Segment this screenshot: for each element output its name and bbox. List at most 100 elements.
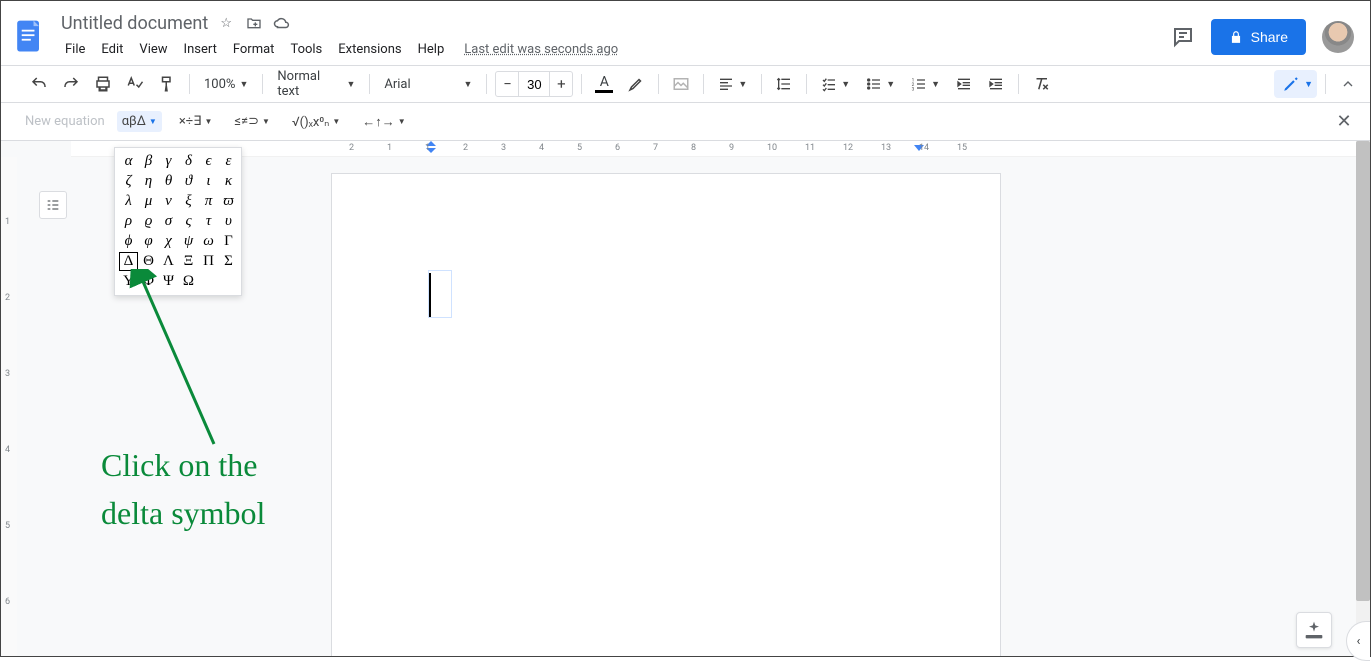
numbered-list-button[interactable]: 123▼ [905, 70, 946, 98]
greek-letter-σ[interactable]: σ [159, 212, 178, 231]
eq-relations-button[interactable]: ≤≠⊃▼ [229, 111, 275, 132]
greek-letter-μ[interactable]: μ [139, 192, 158, 211]
greek-letter-ψ[interactable]: ψ [179, 232, 198, 251]
font-combo[interactable]: Arial▼ [378, 70, 478, 98]
redo-button[interactable] [57, 70, 85, 98]
greek-letter-ν[interactable]: ν [159, 192, 178, 211]
greek-letter-λ[interactable]: λ [119, 192, 138, 211]
eq-greek-button[interactable]: αβΔ▼ [117, 111, 162, 132]
greek-letter-ζ[interactable]: ζ [119, 172, 138, 191]
font-size-input[interactable] [518, 72, 550, 96]
move-icon[interactable] [244, 13, 264, 33]
spellcheck-button[interactable] [121, 70, 149, 98]
cloud-status-icon[interactable] [272, 13, 292, 33]
greek-letter-φ[interactable]: φ [139, 232, 158, 251]
greek-letters-dropdown: αβγδϵε ζηθϑικ λμνξπϖ ρϱσςτυ ϕφχψωΓ ΔΘΛΞΠΣ ΥΦΨΩ [114, 147, 242, 296]
eq-math-button[interactable]: √()ₓx⁰ₙ▼ [287, 111, 345, 133]
docs-logo-icon[interactable] [9, 17, 49, 57]
greek-letter-Υ[interactable]: Υ [119, 272, 138, 291]
share-button[interactable]: Share [1211, 19, 1306, 55]
text-color-button[interactable]: A [590, 70, 618, 98]
checklist-button[interactable]: ▼ [815, 70, 856, 98]
greek-letter-χ[interactable]: χ [159, 232, 178, 251]
equation-edit-box[interactable] [428, 270, 452, 318]
indent-decrease-button[interactable] [950, 70, 978, 98]
outline-toggle-button[interactable] [39, 191, 67, 219]
menu-format[interactable]: Format [225, 38, 283, 61]
main-toolbar: 100%▼ Normal text▼ Arial▼ − + A ▼ ▼ ▼ 12… [1, 65, 1370, 103]
menu-view[interactable]: View [131, 38, 175, 61]
undo-button[interactable] [25, 70, 53, 98]
explore-button[interactable] [1296, 612, 1332, 648]
menu-extensions[interactable]: Extensions [330, 38, 409, 61]
menu-insert[interactable]: Insert [176, 38, 225, 61]
horizontal-ruler[interactable]: 21123456789101112131415 [71, 141, 1356, 157]
greek-letter-υ[interactable]: υ [219, 212, 238, 231]
eq-close-button[interactable]: ✕ [1334, 112, 1354, 132]
menu-help[interactable]: Help [410, 38, 453, 61]
greek-letter-ϑ[interactable]: ϑ [179, 172, 198, 191]
greek-letter-ϖ[interactable]: ϖ [219, 192, 238, 211]
greek-letter-δ[interactable]: δ [179, 152, 198, 171]
greek-letter-Φ[interactable]: Φ [139, 272, 158, 291]
ruler-tick: 1 [387, 143, 392, 153]
greek-letter-ρ[interactable]: ρ [119, 212, 138, 231]
greek-letter-π[interactable]: π [199, 192, 218, 211]
star-icon[interactable]: ☆ [216, 13, 236, 33]
greek-letter-ε[interactable]: ε [219, 152, 238, 171]
greek-letter-ι[interactable]: ι [199, 172, 218, 191]
greek-letter-Ξ[interactable]: Ξ [179, 252, 198, 271]
greek-letter-ω[interactable]: ω [199, 232, 218, 251]
zoom-combo[interactable]: 100%▼ [198, 70, 254, 98]
eq-operators-button[interactable]: ×÷∃▼ [174, 111, 218, 132]
greek-letter-η[interactable]: η [139, 172, 158, 191]
indent-increase-button[interactable] [982, 70, 1010, 98]
print-button[interactable] [89, 70, 117, 98]
doc-title[interactable]: Untitled document [61, 13, 208, 34]
ruler-tick: 5 [577, 143, 582, 153]
menu-tools[interactable]: Tools [282, 38, 330, 61]
paint-format-button[interactable] [153, 70, 181, 98]
vertical-ruler[interactable]: 12345678 [1, 157, 17, 656]
last-edit-link[interactable]: Last edit was seconds ago [464, 42, 618, 57]
greek-letter-κ[interactable]: κ [219, 172, 238, 191]
scrollbar-thumb[interactable] [1356, 141, 1370, 601]
greek-letter-ς[interactable]: ς [179, 212, 198, 231]
line-spacing-button[interactable] [770, 70, 798, 98]
font-size-increase[interactable]: + [550, 72, 572, 96]
greek-letter-Ψ[interactable]: Ψ [159, 272, 178, 291]
vertical-scrollbar[interactable] [1356, 141, 1370, 656]
greek-letter-α[interactable]: α [119, 152, 138, 171]
greek-letter-Ω[interactable]: Ω [179, 272, 198, 291]
editing-mode-button[interactable]: ▼ [1274, 70, 1317, 98]
font-size-decrease[interactable]: − [496, 72, 518, 96]
greek-letter-β[interactable]: β [139, 152, 158, 171]
greek-letter-Π[interactable]: Π [199, 252, 218, 271]
page[interactable] [331, 173, 1001, 656]
greek-letter-θ[interactable]: θ [159, 172, 178, 191]
greek-letter-Λ[interactable]: Λ [159, 252, 178, 271]
greek-letter-Δ[interactable]: Δ [119, 252, 138, 271]
greek-letter-ϵ[interactable]: ϵ [199, 152, 218, 171]
greek-letter-Θ[interactable]: Θ [139, 252, 158, 271]
greek-letter-Γ[interactable]: Γ [219, 232, 238, 251]
greek-letter-ϕ[interactable]: ϕ [119, 232, 138, 251]
bullet-list-button[interactable]: ▼ [860, 70, 901, 98]
hide-menus-button[interactable] [1334, 70, 1362, 98]
clear-formatting-button[interactable] [1027, 70, 1055, 98]
greek-letter-τ[interactable]: τ [199, 212, 218, 231]
avatar[interactable] [1322, 21, 1354, 53]
eq-arrows-button[interactable]: ←↑→▼ [357, 111, 410, 133]
greek-letter-γ[interactable]: γ [159, 152, 178, 171]
menu-edit[interactable]: Edit [93, 38, 131, 61]
greek-letter-ξ[interactable]: ξ [179, 192, 198, 211]
align-button[interactable]: ▼ [712, 70, 753, 98]
comment-history-icon[interactable] [1171, 25, 1195, 49]
insert-image-button[interactable] [667, 70, 695, 98]
highlight-button[interactable] [622, 70, 650, 98]
new-equation-label: New equation [25, 114, 105, 129]
style-combo[interactable]: Normal text▼ [271, 70, 361, 98]
greek-letter-Σ[interactable]: Σ [219, 252, 238, 271]
menu-file[interactable]: File [57, 38, 93, 61]
greek-letter-ϱ[interactable]: ϱ [139, 212, 158, 231]
